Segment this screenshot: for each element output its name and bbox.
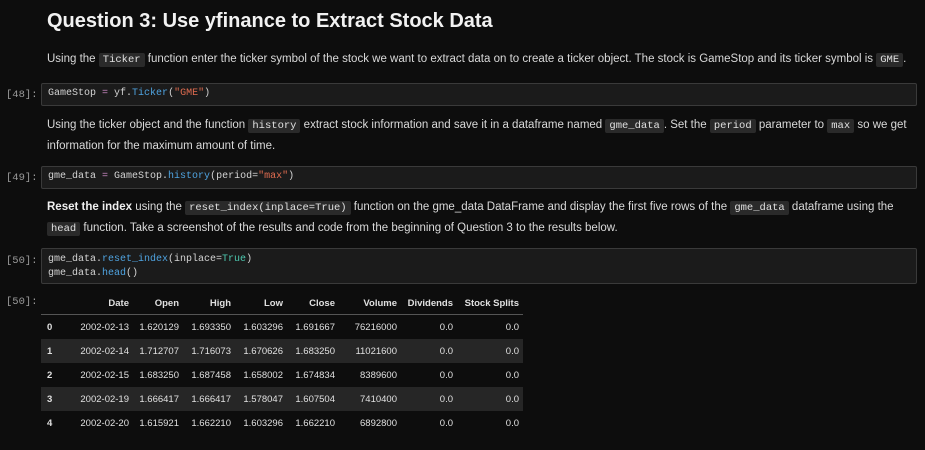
table-cell: 1.683250 <box>139 369 179 381</box>
table-cell: 1.662210 <box>295 417 335 429</box>
table-cell: 8389600 <box>360 369 397 381</box>
inline-code-ticker: Ticker <box>98 53 145 67</box>
code-cell-50[interactable]: gme_data.reset_index(inplace=True) gme_d… <box>41 248 917 284</box>
table-cell: 1.578047 <box>235 387 287 411</box>
table-cell: 6892800 <box>360 417 397 429</box>
column-header: High <box>183 292 235 315</box>
code-line: gme_data.reset_index(inplace=True) <box>48 254 253 265</box>
table-cell: 1.683250 <box>287 339 339 363</box>
text: Using the ticker object and the function <box>47 119 249 131</box>
code-line: gme_data.head() <box>48 268 139 279</box>
table-cell: 2002-02-14 <box>63 339 133 363</box>
table-cell: 11021600 <box>339 339 401 363</box>
inline-code-head: head <box>47 222 81 236</box>
output-prompt-50: [50]: <box>6 296 38 308</box>
column-header: Close <box>287 292 339 315</box>
table-cell: 1.712707 <box>133 339 183 363</box>
bold-text: Reset the index <box>47 201 132 213</box>
text: . Set the <box>663 119 710 131</box>
cell-prompt-49: [49]: <box>6 172 38 184</box>
text: using the <box>132 201 186 213</box>
table-cell: 1.716073 <box>183 339 235 363</box>
code-line: gme_data = GameStop.history(period="max"… <box>48 171 295 182</box>
section-heading: Question 3: Use yfinance to Extract Stoc… <box>47 10 493 32</box>
column-header: Low <box>235 292 287 315</box>
row-index: 3 <box>41 387 63 411</box>
code-cell-49[interactable]: gme_data = GameStop.history(period="max"… <box>41 166 917 189</box>
markdown-paragraph-reset-index: Reset the index using the reset_index(in… <box>47 197 907 239</box>
text: extract stock information and save it in… <box>300 119 606 131</box>
column-header: Volume <box>339 292 401 315</box>
table-cell: 1.666417 <box>183 387 235 411</box>
markdown-paragraph-history: Using the ticker object and the function… <box>47 115 907 156</box>
dataframe-output-table: Date Open High Low Close Volume Dividend… <box>41 292 523 435</box>
column-header: Dividends <box>401 292 457 315</box>
table-cell: 0.0 <box>457 387 523 411</box>
table-cell: 0.0 <box>401 339 457 363</box>
row-index: 2 <box>47 369 53 381</box>
table-cell: 0.0 <box>439 417 453 429</box>
inline-code-period: period <box>709 119 756 133</box>
text: dataframe using the <box>788 201 894 213</box>
table-cell: 1.620129 <box>139 321 179 333</box>
text: . <box>903 53 907 65</box>
code-line: GameStop = yf.Ticker("GME") <box>48 88 211 99</box>
table-cell: 1.662210 <box>191 417 231 429</box>
table-cell: 0.0 <box>439 369 453 381</box>
markdown-paragraph-ticker: Using the Ticker function enter the tick… <box>47 49 907 70</box>
table-cell: 0.0 <box>505 369 519 381</box>
inline-code-gme: GME <box>876 53 904 67</box>
table-cell: 2002-02-13 <box>80 321 129 333</box>
table-row: 3 2002-02-19 1.666417 1.666417 1.578047 1.607… <box>41 387 523 411</box>
table-row: 1 2002-02-14 1.712707 1.716073 1.670626 1.683… <box>41 339 523 363</box>
column-header: Stock Splits <box>457 292 523 315</box>
table-header-row: Date Open High Low Close Volume Dividend… <box>41 292 523 315</box>
table-cell: 0.0 <box>401 387 457 411</box>
table-cell: 1.615921 <box>139 417 179 429</box>
inline-code-history: history <box>248 119 301 133</box>
text: function on the gme_data DataFrame and d… <box>350 201 731 213</box>
table-cell: 1.658002 <box>243 369 283 381</box>
table-cell: 0.0 <box>439 321 453 333</box>
table-cell: 7410400 <box>339 387 401 411</box>
cell-prompt-50: [50]: <box>6 255 38 267</box>
table-cell: 1.691667 <box>295 321 335 333</box>
table-row: 4 2002-02-20 1.615921 1.662210 1.603296 1.662… <box>41 411 523 435</box>
table-cell: 1.693350 <box>191 321 231 333</box>
column-header <box>41 292 63 315</box>
row-index: 0 <box>47 321 53 333</box>
table-cell: 2002-02-15 <box>80 369 129 381</box>
table-cell: 1.666417 <box>133 387 183 411</box>
row-index: 1 <box>41 339 63 363</box>
inline-code-gme-data: gme_data <box>605 119 664 133</box>
table-cell: 1.687458 <box>191 369 231 381</box>
inline-code-max: max <box>827 119 855 133</box>
table-cell: 0.0 <box>457 339 523 363</box>
table-cell: 0.0 <box>505 321 519 333</box>
code-cell-48[interactable]: GameStop = yf.Ticker("GME") <box>41 83 917 106</box>
table-cell: 1.603296 <box>243 417 283 429</box>
table-cell: 1.670626 <box>235 339 287 363</box>
table-cell: 1.603296 <box>243 321 283 333</box>
cell-prompt-48: [48]: <box>6 89 38 101</box>
table-cell: 1.607504 <box>287 387 339 411</box>
inline-code-gme-data: gme_data <box>730 201 789 215</box>
text: function enter the ticker symbol of the … <box>144 53 877 65</box>
table-cell: 1.674834 <box>295 369 335 381</box>
row-index: 4 <box>47 417 53 429</box>
text: parameter to <box>755 119 828 131</box>
table-row: 2 2002-02-15 1.683250 1.687458 1.658002 1.674… <box>41 363 523 387</box>
column-header: Open <box>133 292 183 315</box>
table-cell: 76216000 <box>354 321 397 333</box>
table-row: 0 2002-02-13 1.620129 1.693350 1.603296 1.691… <box>41 315 523 340</box>
table-cell: 2002-02-20 <box>80 417 129 429</box>
table-cell: 2002-02-19 <box>63 387 133 411</box>
text: Using the <box>47 53 99 65</box>
column-header: Date <box>63 292 133 315</box>
text: function. Take a screenshot of the resul… <box>80 222 618 234</box>
inline-code-reset-index: reset_index(inplace=True) <box>185 201 351 215</box>
table-cell: 0.0 <box>505 417 519 429</box>
